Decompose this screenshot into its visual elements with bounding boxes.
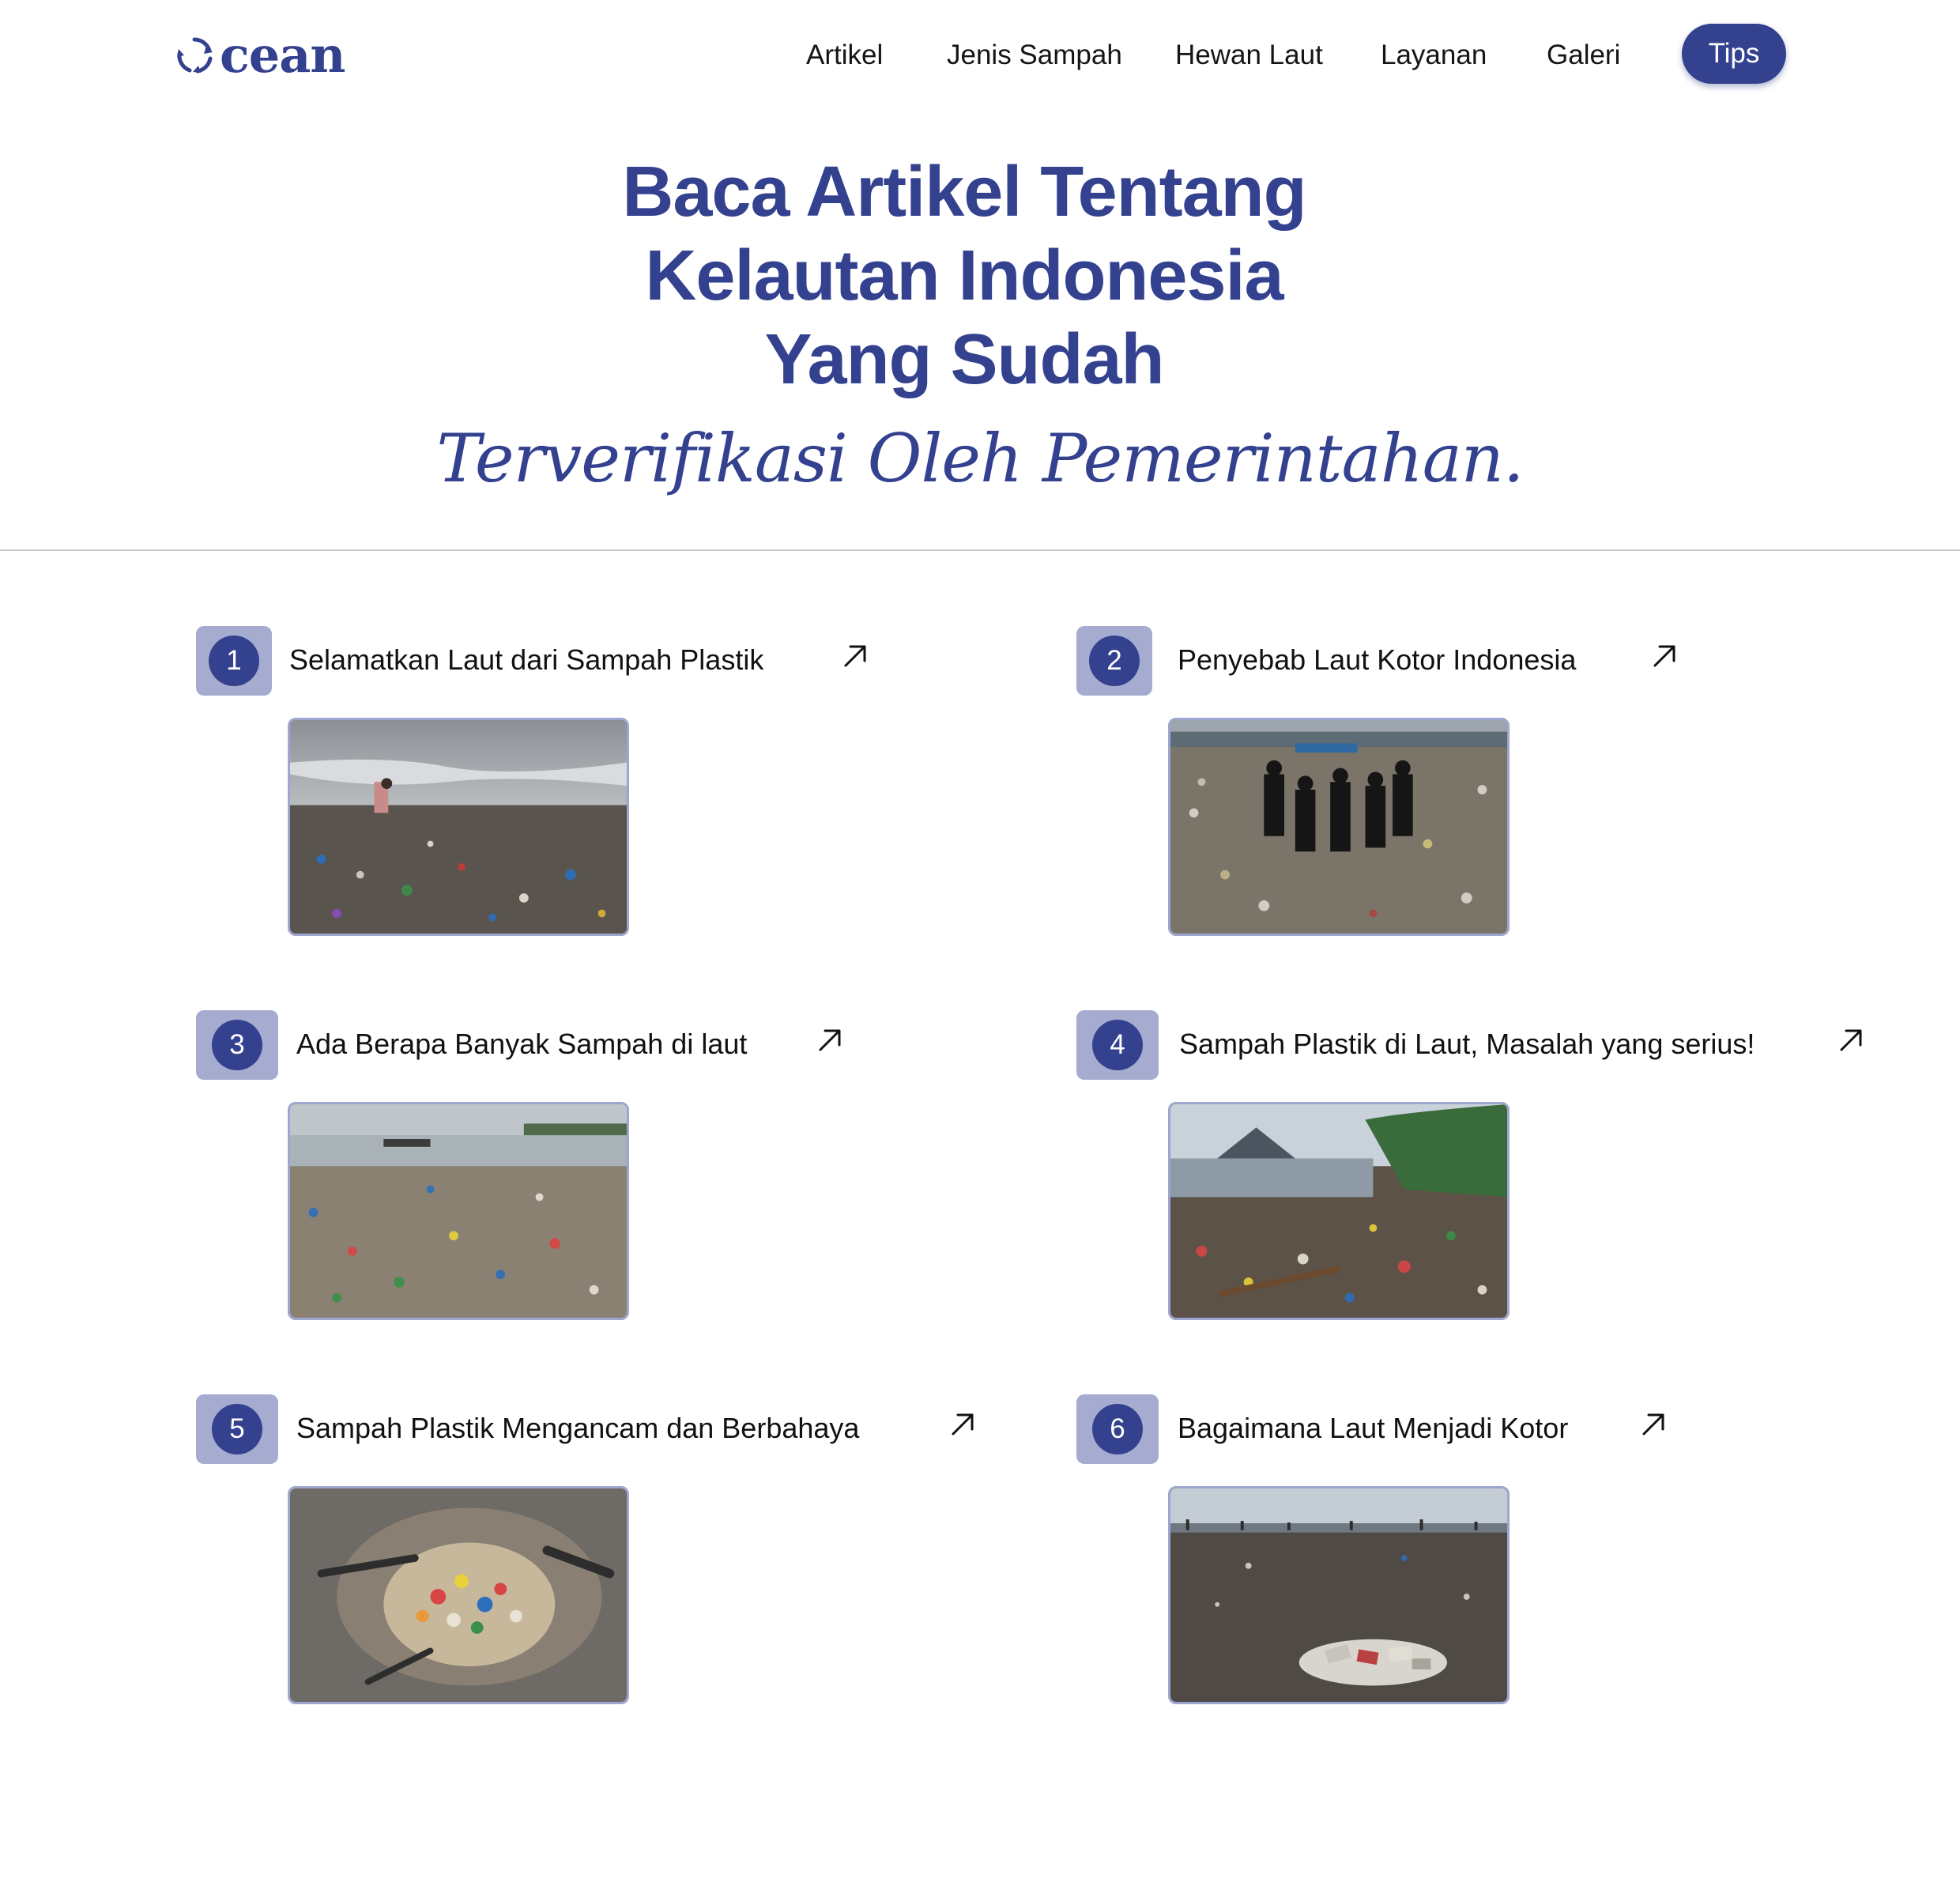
nav-link-hewan-laut[interactable]: Hewan Laut xyxy=(1175,40,1323,71)
article-number: 5 xyxy=(212,1404,262,1454)
hero-title-line-1: Baca Artikel Tentang xyxy=(622,153,1306,232)
article-title[interactable]: Ada Berapa Banyak Sampah di laut xyxy=(296,1028,747,1061)
article-number-badge: 5 xyxy=(196,1394,278,1464)
nav-link-layanan[interactable]: Layanan xyxy=(1381,40,1487,71)
hero-title-line-2: Kelautan Indonesia xyxy=(645,236,1283,315)
article-number: 4 xyxy=(1092,1020,1143,1070)
article-number: 3 xyxy=(212,1020,262,1070)
hero-title: Baca Artikel Tentang Kelautan Indonesia … xyxy=(427,150,1502,402)
article-image[interactable] xyxy=(1168,1102,1510,1320)
recycle-circle-icon xyxy=(177,37,213,74)
article-number-badge: 2 xyxy=(1076,626,1152,696)
hero-title-line-3: Yang Sudah xyxy=(764,320,1164,399)
article-image[interactable] xyxy=(1168,718,1510,936)
article-image[interactable] xyxy=(288,1486,629,1704)
arrow-up-right-icon[interactable] xyxy=(1638,1409,1669,1440)
hero-subtitle: Terverifikasi Oleh Pemerintahan. xyxy=(436,420,1524,497)
logo-text: cean xyxy=(220,26,345,84)
article-number: 6 xyxy=(1092,1404,1143,1454)
arrow-up-right-icon[interactable] xyxy=(1835,1024,1867,1056)
article-number-badge: 3 xyxy=(196,1010,278,1080)
arrow-up-right-icon[interactable] xyxy=(814,1024,846,1056)
article-number: 1 xyxy=(209,636,259,686)
arrow-up-right-icon[interactable] xyxy=(947,1409,978,1440)
logo[interactable]: cean xyxy=(174,24,345,87)
article-image[interactable] xyxy=(288,718,629,936)
nav-link-artikel[interactable]: Artikel xyxy=(806,40,883,71)
arrow-up-right-icon[interactable] xyxy=(839,640,871,672)
nav-link-jenis-sampah[interactable]: Jenis Sampah xyxy=(947,40,1122,71)
section-divider xyxy=(0,549,1960,551)
article-image[interactable] xyxy=(1168,1486,1510,1704)
article-title[interactable]: Penyebab Laut Kotor Indonesia xyxy=(1178,643,1576,677)
article-number: 2 xyxy=(1089,636,1140,686)
navbar: cean Artikel Jenis Sampah Hewan Laut Lay… xyxy=(0,0,1960,111)
article-title[interactable]: Sampah Plastik Mengancam dan Berbahaya xyxy=(296,1412,859,1445)
article-image[interactable] xyxy=(288,1102,629,1320)
article-title[interactable]: Sampah Plastik di Laut, Masalah yang ser… xyxy=(1179,1028,1755,1061)
nav-link-galeri[interactable]: Galeri xyxy=(1547,40,1620,71)
tips-button[interactable]: Tips xyxy=(1682,24,1786,84)
article-number-badge: 4 xyxy=(1076,1010,1159,1080)
article-title[interactable]: Bagaimana Laut Menjadi Kotor xyxy=(1178,1412,1568,1445)
article-number-badge: 1 xyxy=(196,626,272,696)
article-number-badge: 6 xyxy=(1076,1394,1159,1464)
arrow-up-right-icon[interactable] xyxy=(1649,640,1680,672)
article-title[interactable]: Selamatkan Laut dari Sampah Plastik xyxy=(289,643,763,677)
